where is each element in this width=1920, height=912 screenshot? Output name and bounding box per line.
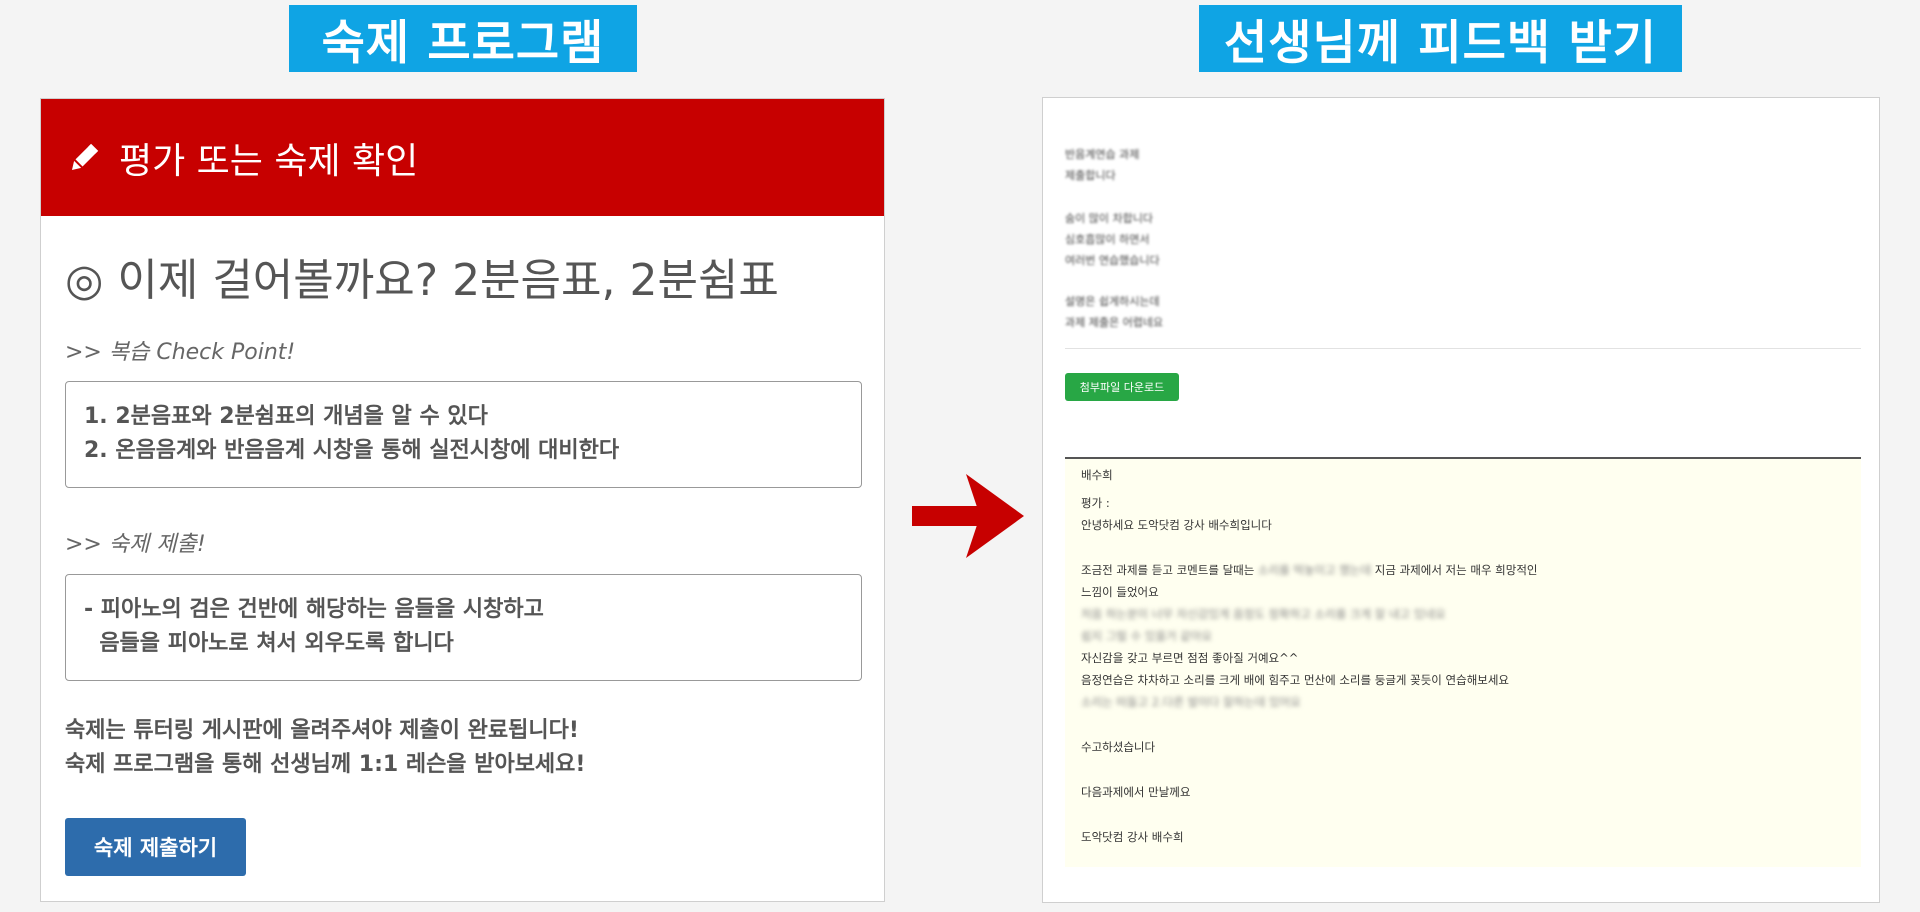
student-message-line: 여러번 연습했습니다 (1065, 254, 1160, 267)
review-checkpoint-box: 1. 2분음표와 2분쉼표의 개념을 알 수 있다 2. 온음음계와 반음음계 … (65, 381, 862, 488)
feedback-blurred-text: 소리는 떠들고 2.다른 발이다 잘하는데 있어요 (1081, 695, 1301, 709)
student-message-line: 반음계연습 과제 (1065, 148, 1140, 161)
teacher-feedback-banner: 선생님께 피드백 받기 (1199, 5, 1682, 72)
feedback-text: 조금전 과제를 듣고 코멘트를 달때는 (1081, 563, 1255, 577)
feedback-eval-label: 평가 : (1081, 496, 1110, 510)
pencil-icon (71, 143, 99, 170)
panel-header-title: 평가 또는 숙제 확인 (119, 140, 419, 182)
review-checkpoint-label: >> 복습 Check Point! (65, 340, 296, 365)
panel-header: 평가 또는 숙제 확인 (41, 99, 884, 216)
feedback-line: 조금전 과제를 듣고 코멘트를 달때는 소리를 떡놓이고 했는데 지금 과제에서… (1081, 562, 1538, 578)
review-item: 1. 2분음표와 2분쉼표의 개념을 알 수 있다 (84, 404, 488, 429)
feedback-blurred-text: 쉽지 그럴 수 있을거 같아요 (1081, 629, 1213, 643)
download-attachment-button[interactable]: 첨부파일 다운로드 (1065, 373, 1179, 401)
feedback-closing: 수고하셨습니다 (1081, 740, 1156, 754)
homework-program-banner: 숙제 프로그램 (289, 5, 637, 72)
lesson-title: ◎ 이제 걸어볼까요? 2분음표, 2분쉼표 (65, 255, 779, 306)
feedback-blurred-text: 처음 하는분이 너무 자신감있게 음정도 정확하고 소리를 크게 잘 내고 있네… (1081, 607, 1446, 621)
feedback-signature: 도악닷컴 강사 배수희 (1081, 830, 1184, 844)
student-message-line: 심호흡많이 하면서 (1065, 233, 1150, 246)
divider (1065, 348, 1861, 349)
feedback-closing: 다음과제에서 만날께요 (1081, 785, 1191, 799)
note-line: 숙제 프로그램을 통해 선생님께 1:1 레슨을 받아보세요! (65, 752, 586, 777)
feedback-panel: 반음계연습 과제 제출합니다 숨이 많이 차합니다 심호흡많이 하면서 여러번 … (1042, 97, 1880, 903)
student-message-group: 숨이 많이 차합니다 심호흡많이 하면서 여러번 연습했습니다 (1065, 208, 1160, 271)
homework-panel: 평가 또는 숙제 확인 ◎ 이제 걸어볼까요? 2분음표, 2분쉼표 >> 복습… (40, 98, 885, 902)
feedback-blurred-text: 소리를 떡놓이고 했는데 (1257, 563, 1372, 577)
feedback-line: 음정연습은 차차하고 소리를 크게 배에 힘주고 먼산에 소리를 둥글게 꽂듯이… (1081, 673, 1510, 687)
student-message-line: 설명은 쉽게하시는데 (1065, 295, 1160, 308)
feedback-line: 자신감을 갖고 부르면 점점 좋아질 거예요^^ (1081, 651, 1299, 665)
feedback-line: 소리는 떠들고 2.다른 발이다 잘하는데 있어요 (1081, 694, 1301, 710)
feedback-line: 느낌이 들었어요 (1081, 585, 1159, 599)
homework-line: - 피아노의 검은 건반에 해당하는 음들을 시창하고 (84, 597, 544, 622)
student-message-line: 과제 제출은 어렵네요 (1065, 316, 1164, 329)
feedback-line: 쉽지 그럴 수 있을거 같아요 (1081, 628, 1212, 644)
feedback-author: 배수희 (1081, 468, 1113, 482)
teacher-feedback-box: 배수희 평가 : 안녕하세요 도악닷컴 강사 배수희입니다 조금전 과제를 듣고… (1065, 457, 1861, 867)
student-message-line: 숨이 많이 차합니다 (1065, 212, 1153, 225)
review-item: 2. 온음음계와 반음음계 시창을 통해 실전시창에 대비한다 (84, 438, 620, 463)
feedback-greeting: 안녕하세요 도악닷컴 강사 배수희입니다 (1081, 518, 1272, 532)
student-message-group: 설명은 쉽게하시는데 과제 제출은 어렵네요 (1065, 291, 1163, 333)
note-line: 숙제는 튜터링 게시판에 올려주셔야 제출이 완료됩니다! (65, 718, 579, 743)
homework-submit-label: >> 숙제 제출! (65, 532, 206, 557)
student-message-group: 반음계연습 과제 제출합니다 (1065, 144, 1139, 186)
feedback-line: 처음 하는분이 너무 자신감있게 음정도 정확하고 소리를 크게 잘 내고 있네… (1081, 606, 1446, 622)
feedback-text: 지금 과제에서 저는 매우 희망적인 (1374, 563, 1538, 577)
homework-line: 음들을 피아노로 쳐서 외우도록 합니다 (84, 631, 454, 656)
student-message-line: 제출합니다 (1065, 169, 1116, 182)
arrow-right-icon (912, 474, 1024, 558)
submit-homework-button[interactable]: 숙제 제출하기 (65, 818, 246, 876)
submission-note: 숙제는 튜터링 게시판에 올려주셔야 제출이 완료됩니다! 숙제 프로그램을 통… (65, 714, 585, 782)
homework-description-box: - 피아노의 검은 건반에 해당하는 음들을 시창하고 음들을 피아노로 쳐서 … (65, 574, 862, 681)
